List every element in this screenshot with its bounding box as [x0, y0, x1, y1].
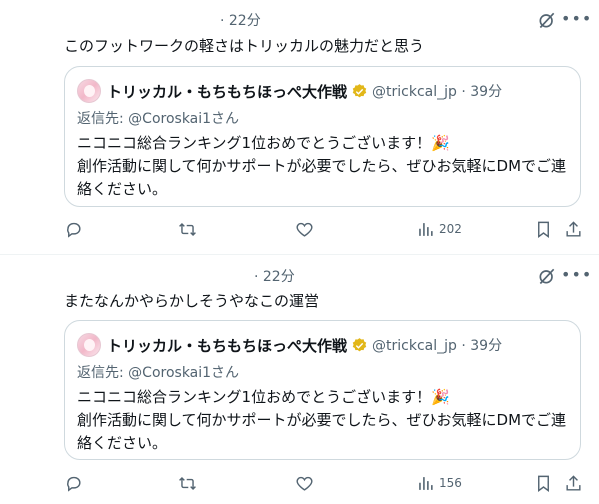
quoted-text-line: 絡ください。 — [77, 434, 168, 452]
bookmark-icon — [538, 475, 549, 492]
quoted-author-name[interactable]: トリッカル・もちもちほっぺ大作戦 — [107, 335, 347, 356]
quoted-post-text: ニコニコ総合ランキング1位おめでとうございます！🎉 創作活動に関して何かサポート… — [77, 386, 572, 455]
repost-button[interactable] — [178, 218, 197, 240]
view-count: 202 — [439, 222, 462, 236]
more-icon[interactable]: ••• — [561, 8, 591, 30]
quoted-post-header: トリッカル・もちもちほっぺ大作戦 @trickcal_jp · 39分 — [77, 333, 502, 357]
share-button[interactable] — [564, 472, 583, 494]
view-count: 156 — [439, 476, 462, 490]
share-button[interactable] — [564, 218, 583, 240]
grok-icon[interactable] — [537, 10, 557, 30]
reply-context: 返信先: @Coroskai1さん — [77, 111, 240, 127]
like-button[interactable] — [295, 218, 314, 240]
views-icon — [419, 222, 433, 236]
quoted-post[interactable]: トリッカル・もちもちほっぺ大作戦 @trickcal_jp · 39分 返信先:… — [64, 320, 581, 460]
quoted-post-header: トリッカル・もちもちほっぺ大作戦 @trickcal_jp · 39分 — [77, 79, 502, 103]
like-icon — [296, 222, 313, 237]
quoted-text-line: 創作活動に関して何かサポートが必要でしたら、ぜひお気軽にDMでご連 — [77, 411, 567, 429]
quoted-text-line: 創作活動に関して何かサポートが必要でしたら、ぜひお気軽にDMでご連 — [77, 157, 567, 175]
quoted-text-line: ニコニコ総合ランキング1位おめでとうございます！🎉 — [77, 134, 450, 152]
verified-badge-icon — [352, 337, 367, 351]
post-timestamp[interactable]: · 22分 — [220, 10, 261, 30]
quoted-post[interactable]: トリッカル・もちもちほっぺ大作戦 @trickcal_jp · 39分 返信先:… — [64, 66, 581, 207]
bookmark-icon — [538, 221, 549, 238]
quoted-text-line: 絡ください。 — [77, 180, 168, 198]
post-text: またなんかやらかしそうやなこの運営 — [64, 292, 320, 310]
views-button[interactable]: 202 — [416, 218, 462, 240]
reply-icon — [67, 222, 81, 238]
post[interactable]: · 22分 ••• このフットワークの軽さはトリッカルの魅力だと思う トリッカル… — [0, 0, 599, 255]
quoted-author-handle[interactable]: @trickcal_jp · 39分 — [372, 335, 502, 355]
reply-icon — [67, 476, 81, 492]
avatar[interactable] — [77, 79, 101, 103]
views-icon — [419, 476, 433, 490]
like-icon — [296, 476, 313, 491]
quoted-text-line: ニコニコ総合ランキング1位おめでとうございます！🎉 — [77, 388, 450, 406]
bookmark-button[interactable] — [534, 472, 553, 494]
post-actions: 202 — [64, 218, 591, 240]
quoted-author-name[interactable]: トリッカル・もちもちほっぺ大作戦 — [107, 81, 347, 102]
reply-button[interactable] — [64, 218, 83, 240]
views-button[interactable]: 156 — [416, 472, 462, 494]
verified-badge-icon — [352, 83, 367, 97]
reply-button[interactable] — [64, 472, 83, 494]
post-actions: 156 — [64, 472, 591, 494]
repost-icon — [179, 222, 196, 236]
grok-icon[interactable] — [537, 266, 557, 286]
repost-button[interactable] — [178, 472, 197, 494]
like-button[interactable] — [295, 472, 314, 494]
more-icon[interactable]: ••• — [561, 264, 591, 286]
bookmark-button[interactable] — [534, 218, 553, 240]
reply-context: 返信先: @Coroskai1さん — [77, 365, 240, 381]
avatar[interactable] — [77, 333, 101, 357]
share-icon — [566, 220, 581, 237]
post-text: このフットワークの軽さはトリッカルの魅力だと思う — [64, 37, 425, 55]
post-timestamp[interactable]: · 22分 — [254, 266, 295, 286]
share-icon — [566, 474, 581, 491]
repost-icon — [179, 476, 196, 490]
quoted-author-handle[interactable]: @trickcal_jp · 39分 — [372, 81, 502, 101]
post[interactable]: · 22分 ••• またなんかやらかしそうやなこの運営 トリッカル・もちもちほっ… — [0, 256, 599, 504]
quoted-post-text: ニコニコ総合ランキング1位おめでとうございます！🎉 創作活動に関して何かサポート… — [77, 132, 572, 201]
